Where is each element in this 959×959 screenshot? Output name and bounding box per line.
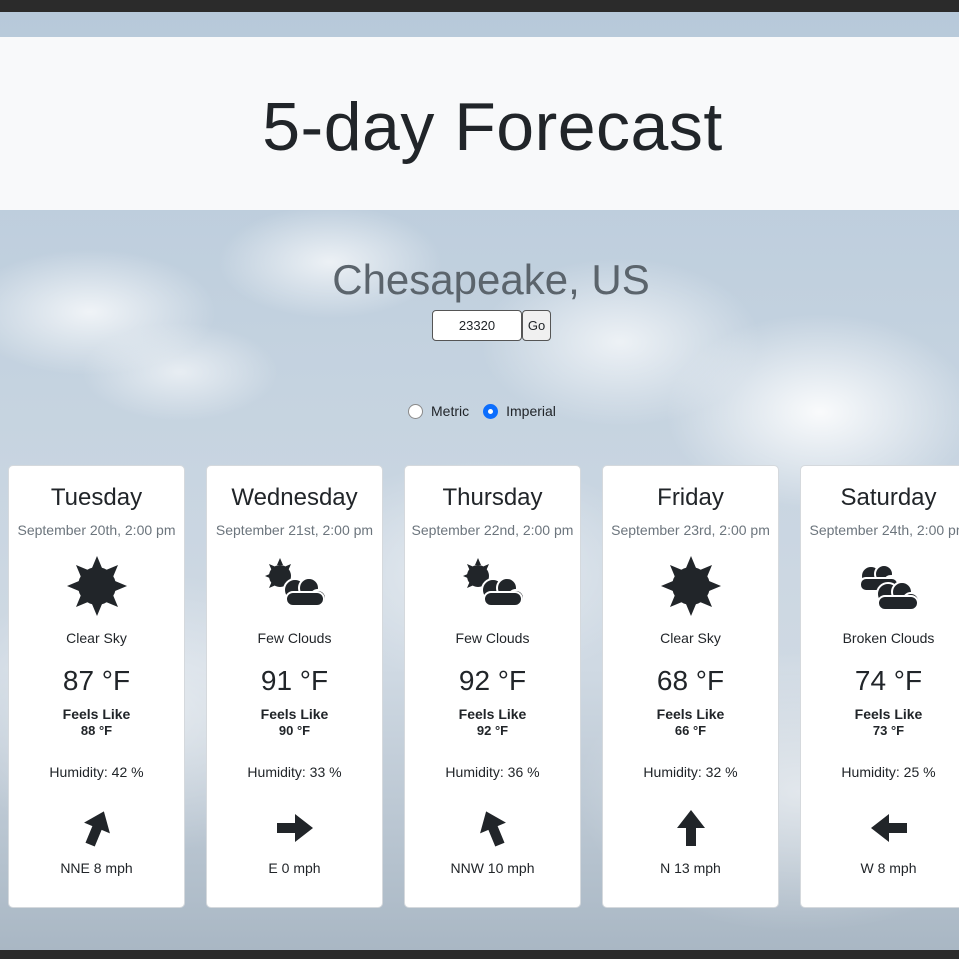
forecast-card: Friday September 23rd, 2:00 pm Clear Sky… bbox=[602, 465, 779, 908]
wind-direction-arrow-icon bbox=[671, 808, 711, 848]
forecast-card: Tuesday September 20th, 2:00 pm Clear Sk… bbox=[8, 465, 185, 908]
unit-selector: Metric Imperial bbox=[408, 402, 570, 420]
wind-direction-arrow-icon bbox=[869, 808, 909, 848]
go-button[interactable]: Go bbox=[522, 310, 551, 341]
wind-direction-arrow-icon bbox=[466, 802, 518, 854]
weather-description: Few Clouds bbox=[455, 630, 530, 646]
feels-like-label: Feels Like bbox=[260, 706, 329, 722]
feels-like-value: 90 °F bbox=[278, 723, 311, 738]
wind-speed: N 13 mph bbox=[660, 860, 721, 876]
forecast-card: Thursday September 22nd, 2:00 pm Few Clo… bbox=[404, 465, 581, 908]
wind-speed: NNW 10 mph bbox=[450, 860, 535, 876]
zip-input[interactable] bbox=[432, 310, 522, 341]
temperature: 74 °F bbox=[854, 665, 923, 696]
sun-icon bbox=[62, 556, 132, 616]
clouds-icon bbox=[854, 556, 924, 616]
wind-speed: NNE 8 mph bbox=[60, 860, 133, 876]
metric-radio[interactable] bbox=[408, 403, 423, 419]
imperial-label[interactable]: Imperial bbox=[506, 403, 556, 419]
feels-like-value: 66 °F bbox=[674, 723, 707, 738]
wind-speed: W 8 mph bbox=[860, 860, 917, 876]
imperial-radio[interactable] bbox=[483, 403, 499, 419]
feels-like-value: 88 °F bbox=[80, 723, 113, 738]
page-title: 5-day Forecast bbox=[262, 89, 723, 165]
wind-speed: E 0 mph bbox=[268, 860, 321, 876]
temperature: 87 °F bbox=[62, 665, 131, 696]
temperature: 68 °F bbox=[656, 665, 725, 696]
forecast-date: September 21st, 2:00 pm bbox=[215, 522, 374, 538]
metric-label[interactable]: Metric bbox=[431, 403, 469, 419]
feels-like-value: 92 °F bbox=[476, 723, 509, 738]
forecast-date: September 20th, 2:00 pm bbox=[17, 522, 176, 538]
weather-description: Clear Sky bbox=[660, 630, 721, 646]
feels-like-label: Feels Like bbox=[854, 706, 923, 722]
feels-like-label: Feels Like bbox=[458, 706, 527, 722]
temperature: 92 °F bbox=[458, 665, 527, 696]
forecast-date: September 22nd, 2:00 pm bbox=[411, 522, 574, 538]
forecast-date: September 23rd, 2:00 pm bbox=[611, 522, 770, 538]
forecast-day: Friday bbox=[657, 484, 724, 511]
forecast-date: September 24th, 2:00 pm bbox=[809, 522, 959, 538]
temperature: 91 °F bbox=[260, 665, 329, 696]
city-name: Chesapeake, US bbox=[332, 256, 650, 303]
humidity: Humidity: 33 % bbox=[247, 764, 342, 780]
weather-description: Clear Sky bbox=[66, 630, 127, 646]
sun-cloud-icon bbox=[458, 556, 528, 616]
forecast-day: Wednesday bbox=[231, 484, 358, 511]
feels-like-label: Feels Like bbox=[62, 706, 131, 722]
forecast-day: Tuesday bbox=[50, 484, 143, 511]
weather-description: Few Clouds bbox=[257, 630, 332, 646]
sun-icon bbox=[656, 556, 726, 616]
forecast-day: Thursday bbox=[442, 484, 543, 511]
wind-direction-arrow-icon bbox=[275, 808, 315, 848]
browser-top-strip bbox=[0, 0, 959, 12]
humidity: Humidity: 36 % bbox=[445, 764, 540, 780]
sun-cloud-icon bbox=[260, 556, 330, 616]
forecast-card: Wednesday September 21st, 2:00 pm Few Cl… bbox=[206, 465, 383, 908]
weather-description: Broken Clouds bbox=[842, 630, 935, 646]
browser-bottom-strip bbox=[0, 950, 959, 959]
humidity: Humidity: 42 % bbox=[49, 764, 144, 780]
forecast-card: Saturday September 24th, 2:00 pm Broken … bbox=[800, 465, 959, 908]
feels-like-value: 73 °F bbox=[872, 723, 905, 738]
humidity: Humidity: 32 % bbox=[643, 764, 738, 780]
forecast-day: Saturday bbox=[840, 484, 937, 511]
feels-like-label: Feels Like bbox=[656, 706, 725, 722]
humidity: Humidity: 25 % bbox=[841, 764, 936, 780]
wind-direction-arrow-icon bbox=[70, 802, 122, 854]
